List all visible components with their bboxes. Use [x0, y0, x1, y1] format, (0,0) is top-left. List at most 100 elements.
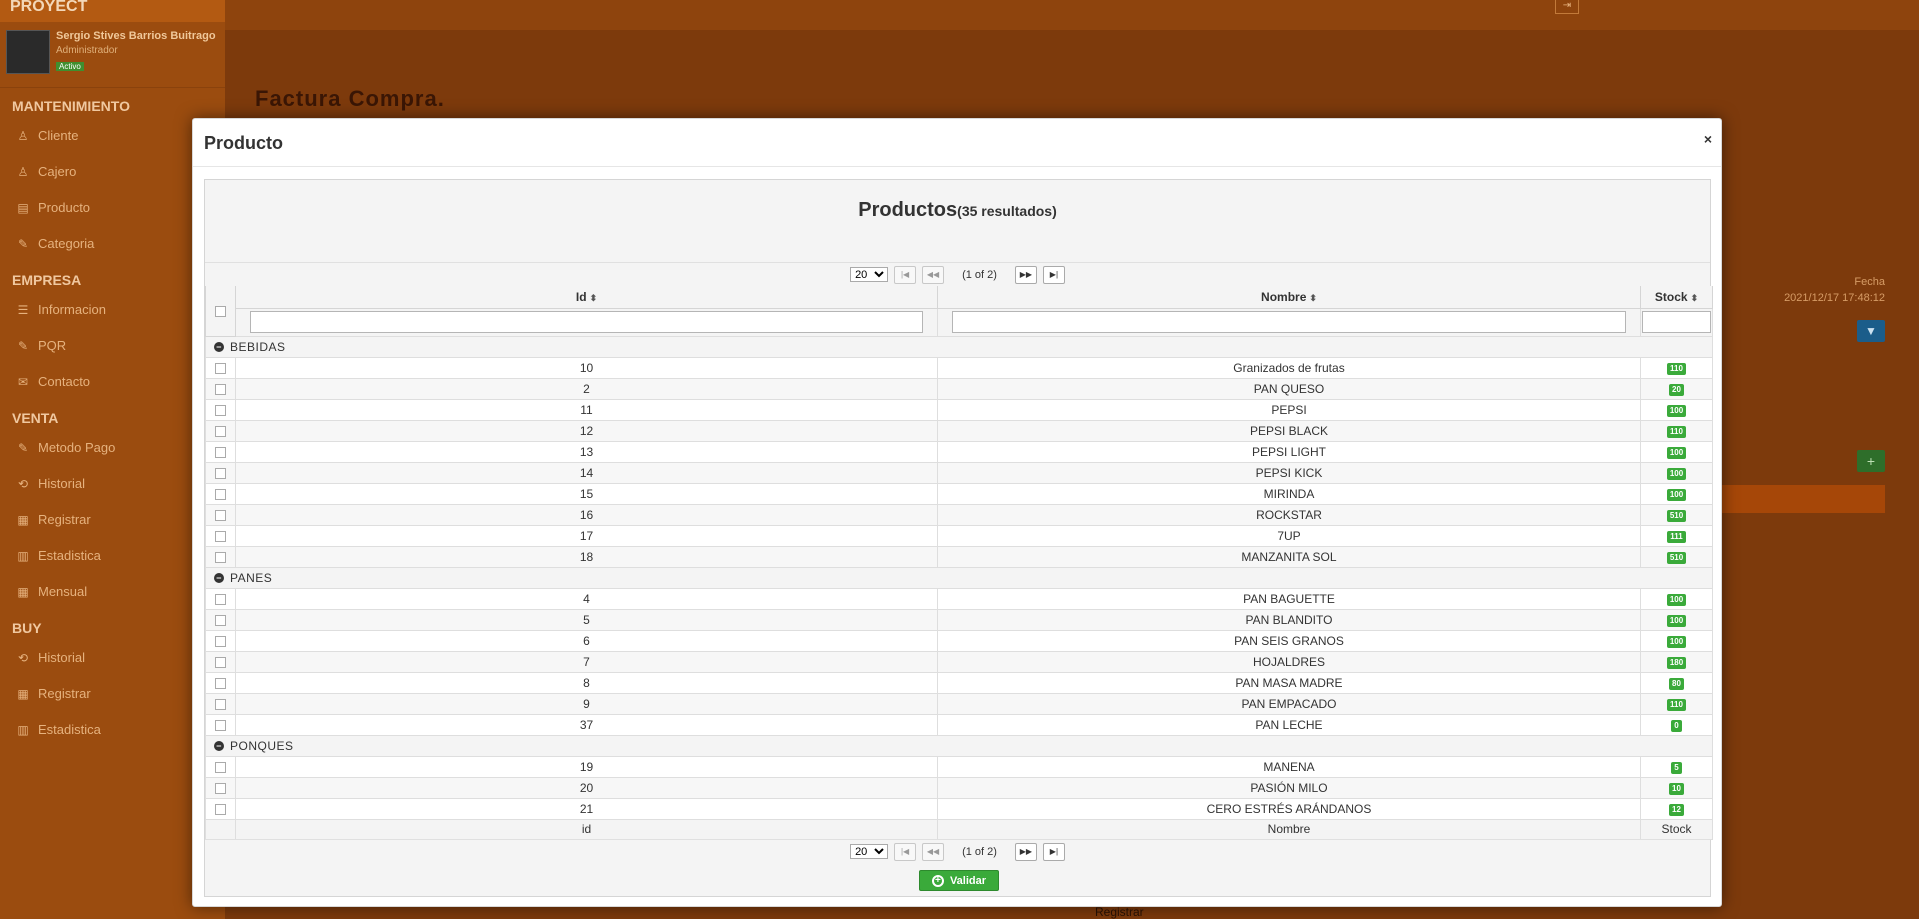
page-report: (1 of 2): [962, 845, 997, 858]
cell-nombre: PEPSI: [937, 398, 1641, 421]
row-checkbox[interactable]: [215, 803, 226, 815]
minus-circle-icon[interactable]: −: [214, 741, 224, 752]
stock-badge: 20: [1669, 384, 1684, 396]
row-checkbox[interactable]: [215, 530, 226, 542]
menu-icon: ✉: [17, 375, 29, 389]
cell-stock: 100: [1640, 398, 1713, 421]
table-row[interactable]: 20 PASIÓN MILO 10: [205, 776, 1713, 799]
table-row[interactable]: 18 MANZANITA SOL 510: [205, 545, 1713, 568]
table-row[interactable]: 7 HOJALDRES 180: [205, 650, 1713, 673]
last-page-button[interactable]: ▶|: [1042, 842, 1065, 861]
cell-id: 18: [235, 545, 938, 568]
rows-per-page-select[interactable]: 20: [850, 267, 889, 282]
row-checkbox[interactable]: [215, 656, 226, 668]
row-checkbox[interactable]: [215, 761, 226, 773]
first-page-button[interactable]: |◀: [894, 842, 917, 861]
table-row[interactable]: 13 PEPSI LIGHT 100: [205, 440, 1713, 463]
row-checkbox[interactable]: [215, 551, 226, 563]
cell-id: 4: [235, 587, 938, 610]
nombre-filter-input[interactable]: [952, 311, 1626, 333]
cell-stock: 510: [1640, 545, 1713, 568]
minus-circle-icon[interactable]: −: [214, 342, 224, 353]
close-icon[interactable]: ×: [1704, 131, 1712, 147]
row-checkbox[interactable]: [215, 488, 226, 500]
filter-cell-stock: [1640, 307, 1713, 337]
menu-icon: ▥: [17, 549, 29, 563]
rows-per-page-select[interactable]: 20: [850, 844, 889, 859]
sidebar-item-label: Informacion: [38, 302, 106, 317]
row-checkbox[interactable]: [215, 404, 226, 416]
bottom-paginator: 20 |◀ ◀◀ (1 of 2) ▶▶ ▶|: [850, 840, 1065, 863]
prev-page-button[interactable]: ◀◀: [922, 842, 945, 861]
column-header-stock[interactable]: Stock ⬍: [1640, 286, 1713, 309]
prev-page-button[interactable]: ◀◀: [922, 265, 945, 284]
row-checkbox[interactable]: [215, 614, 226, 626]
table-row[interactable]: 14 PEPSI KICK 100: [205, 461, 1713, 484]
table-row[interactable]: 11 PEPSI 100: [205, 398, 1713, 421]
cell-nombre: PAN EMPACADO: [937, 692, 1641, 715]
table-row[interactable]: 4 PAN BAGUETTE 100: [205, 587, 1713, 610]
group-row[interactable]: − PANES: [205, 566, 1713, 589]
group-label: PANES: [230, 570, 273, 585]
product-dialog: Producto × Productos(35 resultados) 20 |…: [192, 118, 1722, 907]
cell-nombre: PAN BAGUETTE: [937, 587, 1641, 610]
footer-id: id: [235, 818, 938, 840]
sidebar-item-label: Registrar: [38, 512, 91, 527]
cell-id: 6: [235, 629, 938, 652]
stock-badge: 100: [1666, 636, 1687, 648]
select-all-checkbox[interactable]: [215, 306, 226, 318]
table-row[interactable]: 10 Granizados de frutas 110: [205, 356, 1713, 379]
row-checkbox[interactable]: [215, 593, 226, 605]
table-row[interactable]: 16 ROCKSTAR 510: [205, 503, 1713, 526]
minus-circle-icon[interactable]: −: [214, 573, 224, 584]
table-row[interactable]: 9 PAN EMPACADO 110: [205, 692, 1713, 715]
table-row[interactable]: 6 PAN SEIS GRANOS 100: [205, 629, 1713, 652]
cell-stock: 510: [1640, 503, 1713, 526]
table-row[interactable]: 2 PAN QUESO 20: [205, 377, 1713, 400]
add-product-button[interactable]: +: [1857, 450, 1885, 472]
table-row[interactable]: 15 MIRINDA 100: [205, 482, 1713, 505]
cell-id: 11: [235, 398, 938, 421]
cell-nombre: PEPSI BLACK: [937, 419, 1641, 442]
next-page-button[interactable]: ▶▶: [1014, 842, 1037, 861]
table-row[interactable]: 5 PAN BLANDITO 100: [205, 608, 1713, 631]
table-row[interactable]: 8 PAN MASA MADRE 80: [205, 671, 1713, 694]
id-filter-input[interactable]: [250, 311, 923, 333]
table-row[interactable]: 37 PAN LECHE 0: [205, 713, 1713, 736]
table-row[interactable]: 12 PEPSI BLACK 110: [205, 419, 1713, 442]
cell-nombre: PAN QUESO: [937, 377, 1641, 400]
row-checkbox[interactable]: [215, 719, 226, 731]
row-checkbox[interactable]: [215, 677, 226, 689]
logout-icon[interactable]: ⇥: [1555, 0, 1579, 14]
row-checkbox[interactable]: [215, 509, 226, 521]
select-all-header: [205, 286, 236, 337]
row-select-cell: [205, 755, 236, 778]
row-checkbox[interactable]: [215, 782, 226, 794]
stock-filter-input[interactable]: [1642, 311, 1711, 333]
products-table: Id ⬍ Nombre ⬍ Stock ⬍ − BEBIDAS 10 Granizados …: [205, 286, 1713, 840]
table-row[interactable]: 19 MANENA 5: [205, 755, 1713, 778]
row-checkbox[interactable]: [215, 635, 226, 647]
row-select-cell: [205, 629, 236, 652]
cell-stock: 100: [1640, 461, 1713, 484]
row-checkbox[interactable]: [215, 383, 226, 395]
column-header-id[interactable]: Id ⬍: [235, 286, 938, 309]
last-page-button[interactable]: ▶|: [1042, 265, 1065, 284]
first-page-button[interactable]: |◀: [894, 265, 917, 284]
row-checkbox[interactable]: [215, 467, 226, 479]
group-row[interactable]: − BEBIDAS: [205, 335, 1713, 358]
validate-button[interactable]: + Validar: [919, 870, 999, 891]
cell-id: 7: [235, 650, 938, 673]
column-header-nombre[interactable]: Nombre ⬍: [937, 286, 1641, 309]
filter-icon[interactable]: ▼: [1857, 320, 1885, 342]
group-row[interactable]: − PONQUES: [205, 734, 1713, 757]
cell-stock: 12: [1640, 797, 1713, 820]
next-page-button[interactable]: ▶▶: [1014, 265, 1037, 284]
row-checkbox[interactable]: [215, 425, 226, 437]
row-checkbox[interactable]: [215, 362, 226, 374]
table-row[interactable]: 17 7UP 111: [205, 524, 1713, 547]
row-checkbox[interactable]: [215, 446, 226, 458]
row-checkbox[interactable]: [215, 698, 226, 710]
table-row[interactable]: 21 CERO ESTRÉS ARÁNDANOS 12: [205, 797, 1713, 820]
row-select-cell: [205, 713, 236, 736]
